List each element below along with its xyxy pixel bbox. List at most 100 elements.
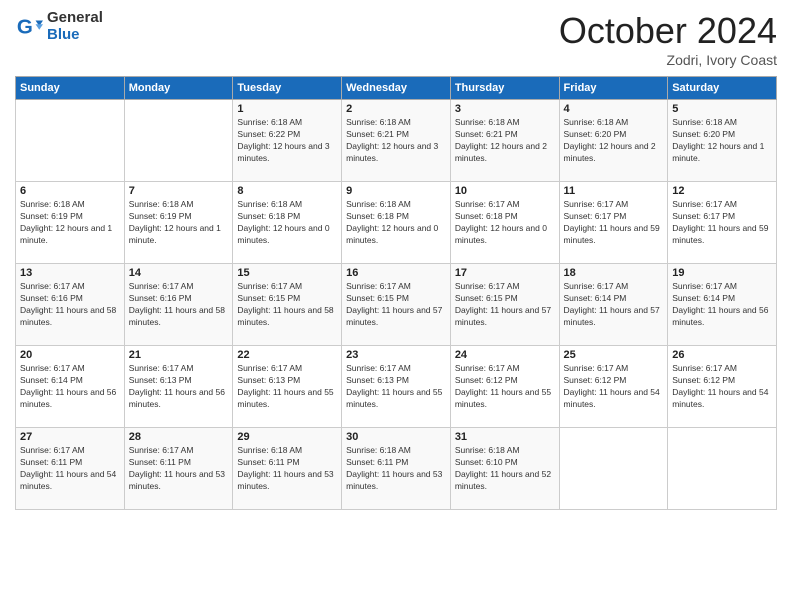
day-number: 31 <box>455 431 555 443</box>
calendar-cell: 22 Sunrise: 6:17 AM Sunset: 6:13 PM Dayli… <box>233 346 342 428</box>
day-number: 10 <box>455 185 555 197</box>
day-info: Sunrise: 6:17 AM Sunset: 6:14 PM Dayligh… <box>564 281 664 329</box>
weekday-header-row: SundayMondayTuesdayWednesdayThursdayFrid… <box>16 77 777 100</box>
day-number: 27 <box>20 431 120 443</box>
calendar-cell: 7 Sunrise: 6:18 AM Sunset: 6:19 PM Daylig… <box>124 182 233 264</box>
weekday-header-sunday: Sunday <box>16 77 125 100</box>
calendar-cell: 26Sunrise: 6:17 AM Sunset: 6:12 PM Dayli… <box>668 346 777 428</box>
calendar-cell: 24 Sunrise: 6:17 AM Sunset: 6:12 PM Dayli… <box>450 346 559 428</box>
weekday-header-tuesday: Tuesday <box>233 77 342 100</box>
calendar: SundayMondayTuesdayWednesdayThursdayFrid… <box>15 76 777 510</box>
day-number: 7 <box>129 185 229 197</box>
day-number: 16 <box>346 267 446 279</box>
calendar-cell: 13 Sunrise: 6:17 AM Sunset: 6:16 PM Dayli… <box>16 264 125 346</box>
calendar-cell: 10 Sunrise: 6:17 AM Sunset: 6:18 PM Dayli… <box>450 182 559 264</box>
logo-icon: G <box>15 13 43 41</box>
day-info: Sunrise: 6:17 AM Sunset: 6:17 PM Dayligh… <box>672 199 772 247</box>
week-row-1: 6 Sunrise: 6:18 AM Sunset: 6:19 PM Daylig… <box>16 182 777 264</box>
day-number: 30 <box>346 431 446 443</box>
day-info: Sunrise: 6:18 AM Sunset: 6:10 PM Dayligh… <box>455 445 555 493</box>
day-info: Sunrise: 6:17 AM Sunset: 6:14 PM Dayligh… <box>672 281 772 329</box>
day-info: Sunrise: 6:17 AM Sunset: 6:15 PM Dayligh… <box>237 281 337 329</box>
weekday-header-saturday: Saturday <box>668 77 777 100</box>
day-info: Sunrise: 6:18 AM Sunset: 6:18 PM Dayligh… <box>346 199 446 247</box>
week-row-2: 13 Sunrise: 6:17 AM Sunset: 6:16 PM Dayli… <box>16 264 777 346</box>
day-number: 9 <box>346 185 446 197</box>
day-number: 23 <box>346 349 446 361</box>
calendar-cell: 27 Sunrise: 6:17 AM Sunset: 6:11 PM Dayli… <box>16 428 125 510</box>
day-info: Sunrise: 6:18 AM Sunset: 6:11 PM Dayligh… <box>237 445 337 493</box>
day-number: 15 <box>237 267 337 279</box>
day-number: 18 <box>564 267 664 279</box>
day-info: Sunrise: 6:18 AM Sunset: 6:22 PM Dayligh… <box>237 117 337 165</box>
day-number: 4 <box>564 103 664 115</box>
weekday-header-wednesday: Wednesday <box>342 77 451 100</box>
calendar-cell <box>124 100 233 182</box>
day-info: Sunrise: 6:17 AM Sunset: 6:16 PM Dayligh… <box>20 281 120 329</box>
day-info: Sunrise: 6:17 AM Sunset: 6:15 PM Dayligh… <box>346 281 446 329</box>
calendar-cell: 18 Sunrise: 6:17 AM Sunset: 6:14 PM Dayli… <box>559 264 668 346</box>
day-info: Sunrise: 6:17 AM Sunset: 6:12 PM Dayligh… <box>564 363 664 411</box>
day-number: 11 <box>564 185 664 197</box>
calendar-cell: 30Sunrise: 6:18 AM Sunset: 6:11 PM Dayli… <box>342 428 451 510</box>
calendar-cell: 6 Sunrise: 6:18 AM Sunset: 6:19 PM Daylig… <box>16 182 125 264</box>
day-info: Sunrise: 6:17 AM Sunset: 6:13 PM Dayligh… <box>346 363 446 411</box>
day-info: Sunrise: 6:17 AM Sunset: 6:14 PM Dayligh… <box>20 363 120 411</box>
day-info: Sunrise: 6:17 AM Sunset: 6:11 PM Dayligh… <box>129 445 229 493</box>
subtitle: Zodri, Ivory Coast <box>559 52 777 68</box>
day-number: 29 <box>237 431 337 443</box>
calendar-cell: 8Sunrise: 6:18 AM Sunset: 6:18 PM Daylig… <box>233 182 342 264</box>
day-info: Sunrise: 6:18 AM Sunset: 6:19 PM Dayligh… <box>129 199 229 247</box>
day-number: 22 <box>237 349 337 361</box>
day-info: Sunrise: 6:17 AM Sunset: 6:12 PM Dayligh… <box>672 363 772 411</box>
calendar-cell: 2 Sunrise: 6:18 AM Sunset: 6:21 PM Daylig… <box>342 100 451 182</box>
day-number: 6 <box>20 185 120 197</box>
day-info: Sunrise: 6:17 AM Sunset: 6:15 PM Dayligh… <box>455 281 555 329</box>
week-row-0: 1 Sunrise: 6:18 AM Sunset: 6:22 PM Daylig… <box>16 100 777 182</box>
day-info: Sunrise: 6:17 AM Sunset: 6:16 PM Dayligh… <box>129 281 229 329</box>
day-number: 20 <box>20 349 120 361</box>
day-number: 2 <box>346 103 446 115</box>
calendar-cell: 29 Sunrise: 6:18 AM Sunset: 6:11 PM Dayli… <box>233 428 342 510</box>
day-number: 21 <box>129 349 229 361</box>
calendar-cell: 23 Sunrise: 6:17 AM Sunset: 6:13 PM Dayli… <box>342 346 451 428</box>
logo-general-text: General <box>47 10 103 27</box>
day-number: 3 <box>455 103 555 115</box>
calendar-cell: 20 Sunrise: 6:17 AM Sunset: 6:14 PM Dayli… <box>16 346 125 428</box>
calendar-cell <box>668 428 777 510</box>
weekday-header-thursday: Thursday <box>450 77 559 100</box>
day-info: Sunrise: 6:17 AM Sunset: 6:18 PM Dayligh… <box>455 199 555 247</box>
calendar-cell: 11Sunrise: 6:17 AM Sunset: 6:17 PM Dayli… <box>559 182 668 264</box>
day-number: 13 <box>20 267 120 279</box>
calendar-cell: 12Sunrise: 6:17 AM Sunset: 6:17 PM Dayli… <box>668 182 777 264</box>
calendar-cell <box>16 100 125 182</box>
week-row-4: 27 Sunrise: 6:17 AM Sunset: 6:11 PM Dayli… <box>16 428 777 510</box>
svg-text:G: G <box>17 15 33 38</box>
day-info: Sunrise: 6:18 AM Sunset: 6:20 PM Dayligh… <box>564 117 664 165</box>
day-info: Sunrise: 6:17 AM Sunset: 6:13 PM Dayligh… <box>237 363 337 411</box>
day-info: Sunrise: 6:17 AM Sunset: 6:12 PM Dayligh… <box>455 363 555 411</box>
calendar-cell: 21 Sunrise: 6:17 AM Sunset: 6:13 PM Dayli… <box>124 346 233 428</box>
calendar-cell: 4 Sunrise: 6:18 AM Sunset: 6:20 PM Daylig… <box>559 100 668 182</box>
logo-text: General Blue <box>47 10 103 43</box>
weekday-header-friday: Friday <box>559 77 668 100</box>
calendar-cell: 14 Sunrise: 6:17 AM Sunset: 6:16 PM Dayli… <box>124 264 233 346</box>
day-number: 1 <box>237 103 337 115</box>
day-number: 28 <box>129 431 229 443</box>
calendar-cell: 9 Sunrise: 6:18 AM Sunset: 6:18 PM Daylig… <box>342 182 451 264</box>
day-number: 24 <box>455 349 555 361</box>
calendar-cell: 31 Sunrise: 6:18 AM Sunset: 6:10 PM Dayli… <box>450 428 559 510</box>
day-number: 25 <box>564 349 664 361</box>
day-number: 14 <box>129 267 229 279</box>
day-info: Sunrise: 6:17 AM Sunset: 6:13 PM Dayligh… <box>129 363 229 411</box>
month-title: October 2024 <box>559 10 777 52</box>
day-info: Sunrise: 6:17 AM Sunset: 6:11 PM Dayligh… <box>20 445 120 493</box>
weekday-header-monday: Monday <box>124 77 233 100</box>
calendar-cell: 17 Sunrise: 6:17 AM Sunset: 6:15 PM Dayli… <box>450 264 559 346</box>
day-info: Sunrise: 6:18 AM Sunset: 6:21 PM Dayligh… <box>346 117 446 165</box>
day-info: Sunrise: 6:18 AM Sunset: 6:20 PM Dayligh… <box>672 117 772 165</box>
logo: G General Blue <box>15 10 103 43</box>
day-number: 17 <box>455 267 555 279</box>
day-number: 5 <box>672 103 772 115</box>
day-info: Sunrise: 6:18 AM Sunset: 6:19 PM Dayligh… <box>20 199 120 247</box>
